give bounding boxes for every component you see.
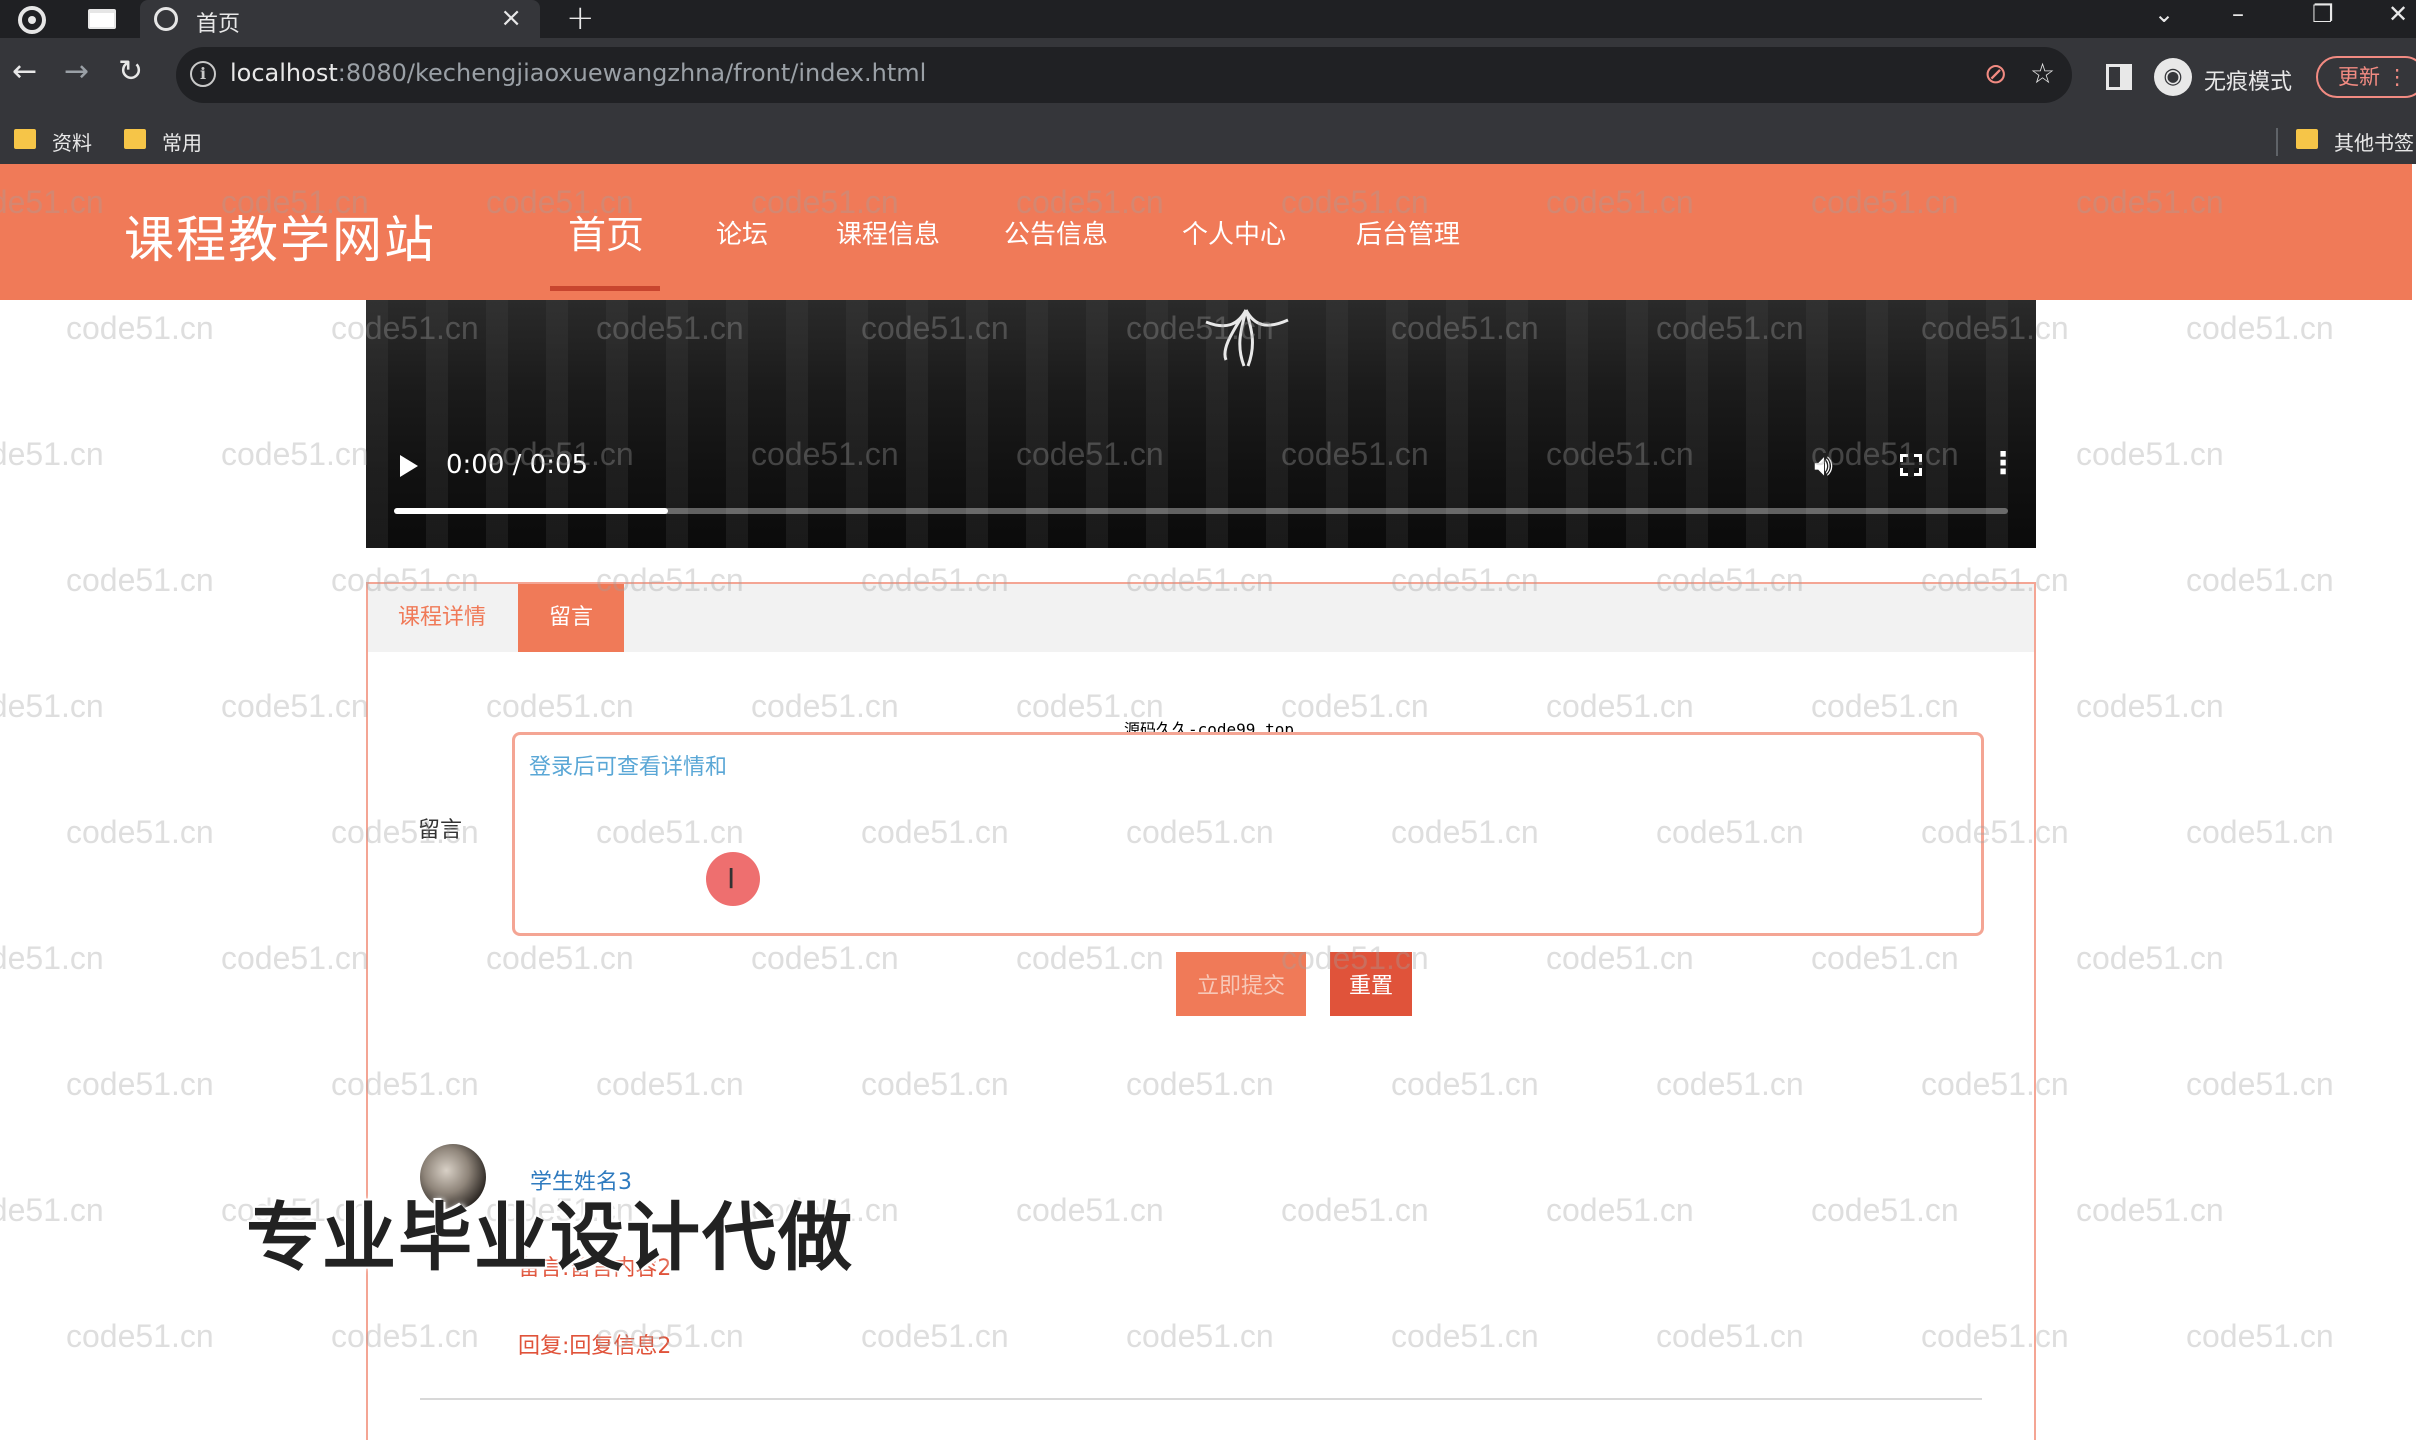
watermark-text: code51.cn: [2186, 310, 2334, 346]
browser-tab-bar: 首页 × + ⌄ – ❐ ✕: [0, 0, 2416, 38]
text-cursor-icon: I: [727, 862, 736, 895]
bookmarks-divider: [2276, 128, 2278, 156]
watermark-text: code51.cn: [2076, 688, 2224, 724]
other-bookmarks[interactable]: 其他书签: [2296, 127, 2414, 156]
browser-logo-icon[interactable]: [18, 6, 46, 34]
panel-tabs: 课程详情 留言: [368, 584, 2034, 652]
folder-icon: [124, 129, 146, 149]
watermark-text: code51.cn: [2076, 1192, 2224, 1228]
watermark-text: code51.cn: [2186, 814, 2334, 850]
incognito-label[interactable]: 无痕模式: [2204, 64, 2292, 96]
reset-button[interactable]: 重置: [1330, 952, 1412, 1016]
flower-graphic: [1205, 309, 1289, 367]
bookmark-folder-ziliao[interactable]: 资料: [14, 127, 92, 156]
watermark-text: code51.cn: [221, 688, 369, 724]
restore-icon[interactable]: ❐: [2312, 0, 2334, 28]
incognito-icon[interactable]: ◉: [2154, 58, 2192, 96]
watermark-text: code51.cn: [2076, 940, 2224, 976]
forward-arrow-icon[interactable]: →: [64, 54, 89, 89]
new-tab-button[interactable]: +: [566, 0, 595, 38]
nav-course-info[interactable]: 课程信息: [836, 214, 940, 251]
submit-button[interactable]: 立即提交: [1176, 952, 1306, 1016]
tab-search-icon[interactable]: [88, 9, 116, 29]
fullscreen-icon[interactable]: [1899, 453, 1923, 477]
watermark-text: code51.cn: [0, 940, 104, 976]
close-window-icon[interactable]: ✕: [2388, 0, 2408, 28]
comment-divider: [420, 1398, 1982, 1400]
bookmark-star-icon[interactable]: ☆: [2030, 57, 2055, 90]
nav-admin[interactable]: 后台管理: [1356, 214, 1460, 251]
bookmark-folder-changyong[interactable]: 常用: [124, 127, 202, 156]
tab-list-chevron-icon[interactable]: ⌄: [2154, 0, 2174, 28]
watermark-text: code51.cn: [66, 814, 214, 850]
watermark-text: code51.cn: [0, 436, 104, 472]
watermark-text: code51.cn: [66, 310, 214, 346]
globe-icon: [154, 7, 178, 31]
blocked-popup-icon[interactable]: ⊘: [1984, 57, 2007, 90]
nav-active-underline: [550, 286, 660, 291]
video-player[interactable]: 0:00 / 0:05 🔊︎ ⋮: [366, 300, 2036, 548]
address-bar[interactable]: i localhost:8080/kechengjiaoxuewangzhna/…: [176, 47, 2072, 103]
nav-home[interactable]: 首页: [568, 204, 644, 259]
folder-icon: [2296, 129, 2318, 149]
video-progress-bar[interactable]: [394, 508, 2008, 514]
tab-title: 首页: [196, 12, 241, 37]
watermark-text: code51.cn: [0, 688, 104, 724]
volume-icon[interactable]: 🔊︎: [1814, 448, 1833, 483]
watermark-text: code51.cn: [221, 940, 369, 976]
update-button[interactable]: 更新 ⋮: [2316, 56, 2416, 98]
reload-icon[interactable]: ↻: [118, 54, 143, 89]
site-title[interactable]: 课程教学网站: [124, 200, 436, 272]
watermark-text: code51.cn: [66, 1066, 214, 1102]
video-progress-fill: [394, 508, 669, 514]
folder-icon: [14, 129, 36, 149]
course-panel: 课程详情 留言 源码久久-code99.top 留言 登录后可查看详情和 I 立…: [366, 582, 2036, 1440]
watermark-text: code51.cn: [2186, 1318, 2334, 1354]
browser-toolbar: ← → ↻ i localhost:8080/kechengjiaoxuewan…: [0, 38, 2416, 118]
minimize-icon[interactable]: –: [2232, 0, 2244, 28]
bookmarks-bar: 资料 常用 其他书签: [0, 118, 2416, 164]
watermark-text: code51.cn: [221, 436, 369, 472]
message-label: 留言: [418, 818, 463, 843]
tab-course-detail[interactable]: 课程详情: [368, 584, 516, 652]
watermark-text: code51.cn: [66, 1318, 214, 1354]
watermark-text: code51.cn: [2186, 1066, 2334, 1102]
play-icon[interactable]: [400, 455, 418, 477]
watermark-text: code51.cn: [2186, 562, 2334, 598]
watermark-text: code51.cn: [2076, 436, 2224, 472]
watermark-text: code51.cn: [66, 562, 214, 598]
site-header: 课程教学网站 首页 论坛 课程信息 公告信息 个人中心 后台管理: [0, 164, 2412, 300]
tab-message[interactable]: 留言: [518, 584, 624, 652]
video-time: 0:00 / 0:05: [446, 450, 589, 480]
promo-overlay-text: 专业毕业设计代做: [246, 1195, 854, 1281]
watermark-text: code51.cn: [0, 1192, 104, 1228]
back-arrow-icon[interactable]: ←: [12, 54, 37, 89]
more-options-icon[interactable]: ⋮: [1988, 446, 2018, 481]
tab-close-icon[interactable]: ×: [500, 3, 522, 33]
browser-tab[interactable]: 首页 ×: [140, 0, 540, 38]
nav-announcements[interactable]: 公告信息: [1004, 214, 1108, 251]
site-info-icon[interactable]: i: [190, 61, 216, 87]
nav-forum[interactable]: 论坛: [716, 214, 768, 251]
side-panel-icon[interactable]: [2106, 64, 2132, 90]
nav-personal-center[interactable]: 个人中心: [1182, 214, 1286, 251]
comment-reply: 回复:回复信息2: [518, 1334, 672, 1359]
url-text[interactable]: localhost:8080/kechengjiaoxuewangzhna/fr…: [230, 59, 926, 87]
